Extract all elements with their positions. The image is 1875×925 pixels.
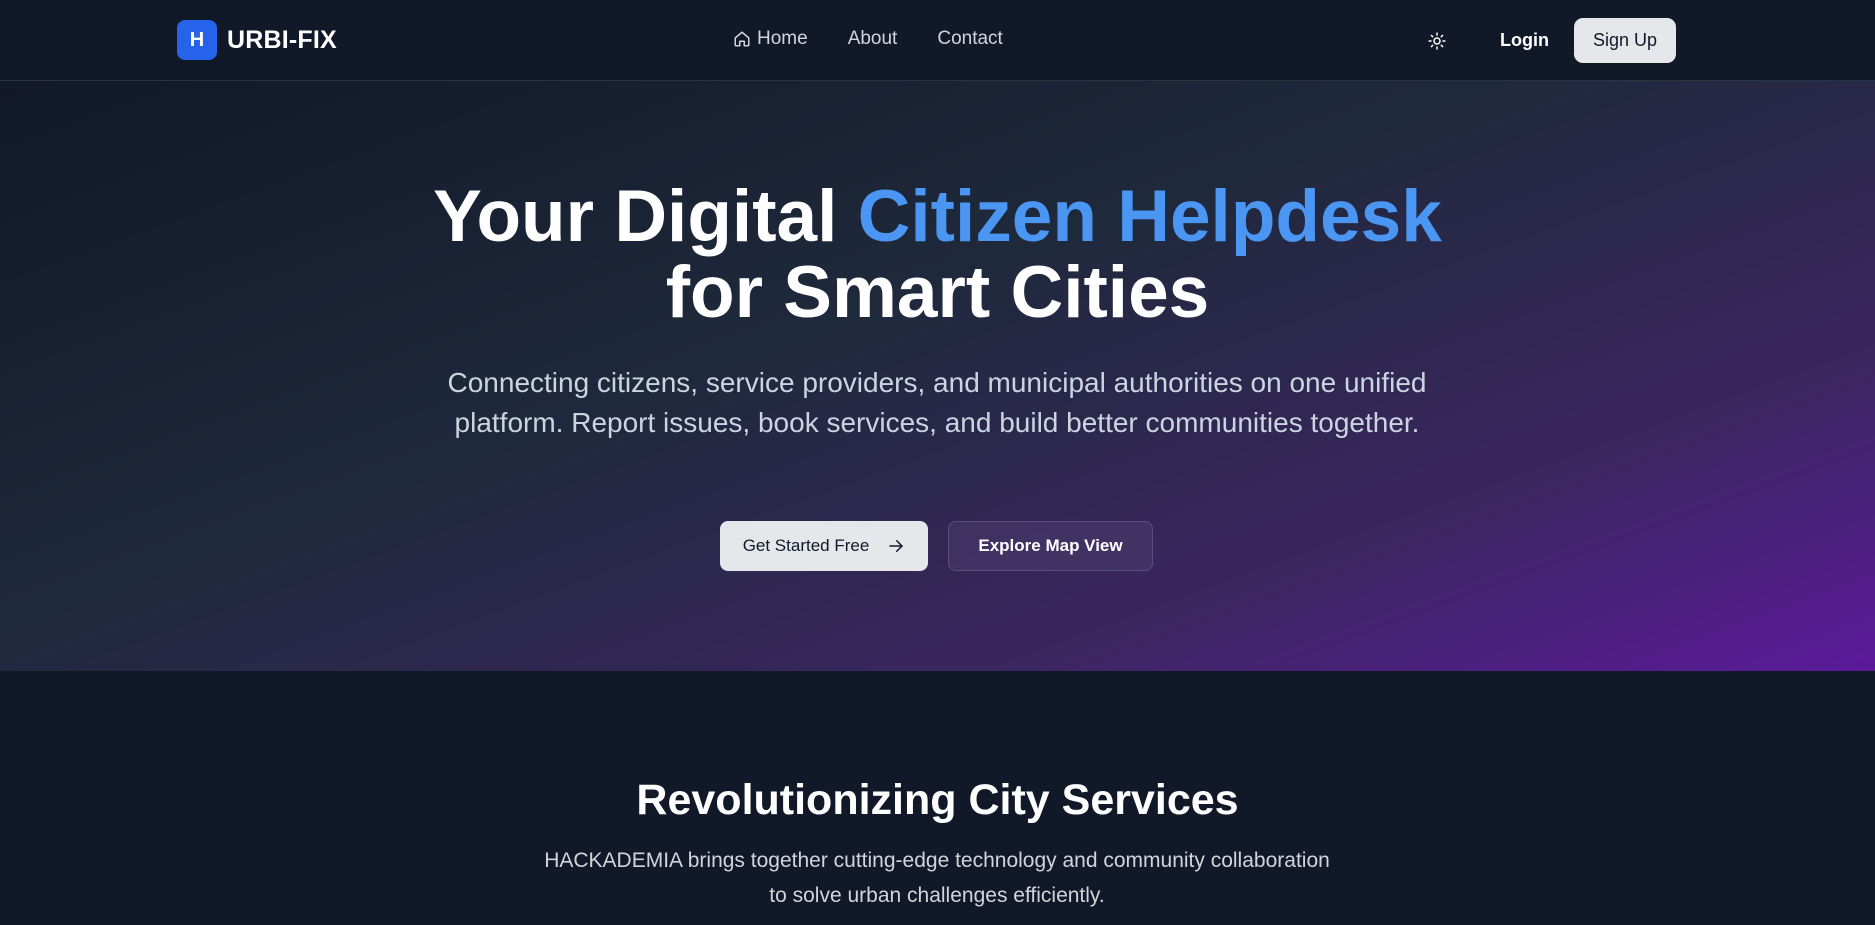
main-nav: Home About Contact — [733, 28, 1003, 50]
brand-logo[interactable]: H — [177, 20, 217, 60]
login-button[interactable]: Login — [1486, 18, 1563, 62]
arrow-right-icon — [889, 540, 904, 552]
sun-icon — [1428, 32, 1446, 50]
hero-title-part1: Your Digital — [433, 176, 858, 257]
hero-section: Your Digital Citizen Helpdesk for Smart … — [0, 81, 1875, 671]
section-title: Revolutionizing City Services — [636, 776, 1239, 824]
get-started-label: Get Started Free — [742, 536, 870, 555]
hero-title-accent: Citizen Helpdesk — [857, 176, 1442, 257]
nav-link-home-label: Home — [757, 28, 808, 49]
nav-link-about[interactable]: About — [848, 28, 898, 50]
get-started-button[interactable]: Get Started Free — [720, 521, 928, 571]
explore-map-button[interactable]: Explore Map View — [948, 521, 1153, 571]
brand[interactable]: H URBI-FIX — [177, 20, 337, 60]
nav-link-home[interactable]: Home — [733, 28, 808, 50]
hero-title-part2: for Smart Cities — [665, 252, 1210, 333]
explore-map-label: Explore Map View — [978, 536, 1123, 555]
nav-link-about-label: About — [847, 28, 898, 49]
signup-button[interactable]: Sign Up — [1574, 18, 1676, 63]
nav-link-contact[interactable]: Contact — [937, 28, 1002, 50]
brand-name[interactable]: URBI-FIX — [227, 26, 337, 55]
hero-subtitle: Connecting citizens, service providers, … — [447, 367, 1427, 438]
nav-link-contact-label: Contact — [937, 28, 1003, 49]
features-intro-section: Revolutionizing City Services HACKADEMIA… — [0, 671, 1875, 925]
home-icon — [734, 31, 750, 47]
hero-actions: Get Started Free Explore Map View — [720, 521, 1153, 571]
section-subtitle: HACKADEMIA brings together cutting-edge … — [544, 849, 1330, 907]
hero-title: Your Digital Citizen Helpdesk for Smart … — [0, 179, 1875, 331]
theme-toggle-button[interactable] — [1424, 28, 1450, 54]
top-navbar: H URBI-FIX Home About Contact Login Sign… — [0, 0, 1875, 81]
